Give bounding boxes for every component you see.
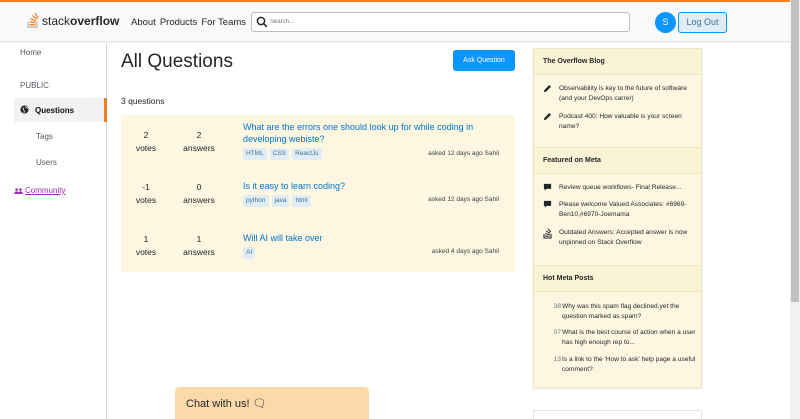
left-sidebar: Home PUBLIC Questions Tags Users Communi…: [0, 43, 107, 419]
sidebar-item-home[interactable]: Home: [20, 48, 41, 57]
avatar[interactable]: S: [655, 12, 676, 33]
people-icon: [14, 187, 23, 194]
meta-item[interactable]: Please welcome Valued Associates: #6969-…: [543, 200, 698, 220]
hot-meta-text: What is the best course of action when a…: [562, 329, 696, 346]
page-title: All Questions: [121, 51, 233, 72]
question-count: 3 questions: [121, 96, 165, 106]
question-title[interactable]: Will AI will take over: [243, 232, 498, 244]
community-label: Community: [25, 186, 66, 195]
blog-item-text: Podcast 400: How valuable is your screen…: [559, 113, 682, 130]
sidebar-item-community[interactable]: Community: [14, 186, 65, 195]
meta-item[interactable]: Outdated Answers: Accepted answer is now…: [543, 228, 698, 248]
top-nav: About Products For Teams: [131, 17, 246, 28]
hot-meta-item[interactable]: 13 Is a link to the 'How to ask' help pa…: [543, 355, 698, 375]
question-tags: AI: [243, 247, 256, 259]
nav-about[interactable]: About: [131, 17, 156, 28]
answer-number: 1: [196, 234, 202, 244]
tag-chip[interactable]: HTML: [243, 148, 267, 160]
nav-for-teams[interactable]: For Teams: [201, 17, 246, 28]
logout-button[interactable]: Log Out: [678, 12, 727, 33]
asked-info: asked 12 days ago Sahil: [428, 196, 499, 203]
search-box: [251, 12, 630, 32]
sidebar-section-public: PUBLIC: [20, 81, 49, 90]
nav-products[interactable]: Products: [160, 17, 198, 28]
question-title[interactable]: What are the errors one should look up f…: [243, 121, 498, 145]
question-row: -1 votes 0 answers Is it easy to learn c…: [121, 170, 515, 220]
hot-meta-count: 38: [553, 303, 561, 310]
vote-label: votes: [135, 143, 157, 153]
tag-chip[interactable]: AI: [243, 247, 256, 259]
globe-icon: [20, 105, 29, 114]
meta-heading: Featured on Meta: [534, 147, 701, 174]
blog-heading: The Overflow Blog: [534, 48, 701, 75]
answer-label: answers: [183, 247, 215, 257]
stack-exchange-icon: [543, 228, 552, 239]
pencil-icon: [543, 112, 552, 121]
blog-item[interactable]: Observability is key to the future of so…: [543, 84, 698, 104]
tag-chip[interactable]: ReactJs: [292, 148, 322, 160]
answer-label: answers: [183, 143, 215, 153]
meta-item[interactable]: Review queue workflows- Final Release...: [543, 183, 698, 195]
meta-item-text: Outdated Answers: Accepted answer is now…: [559, 229, 688, 246]
top-bar: stackoverflow About Products For Teams S…: [0, 0, 790, 42]
answer-label: answers: [183, 195, 215, 205]
hot-meta-heading: Hot Meta Posts: [534, 265, 701, 292]
sidebar-item-users[interactable]: Users: [36, 158, 57, 167]
chat-bubble-icon: [543, 200, 552, 208]
sidebar-item-tags[interactable]: Tags: [36, 132, 53, 141]
vote-count: -1 votes: [121, 181, 171, 207]
question-list: 2 votes 2 answers What are the errors on…: [121, 115, 515, 272]
hot-meta-item[interactable]: 07 What is the best course of action whe…: [543, 328, 698, 348]
answer-count: 2 answers: [174, 129, 224, 155]
search-input[interactable]: [270, 15, 620, 29]
stackoverflow-logo-icon: [27, 13, 39, 28]
scrollbar-thumb[interactable]: [791, 0, 799, 302]
vote-number: 2: [143, 130, 149, 140]
sidebar-item-questions[interactable]: Questions: [14, 98, 107, 122]
tag-chip[interactable]: python: [243, 195, 269, 207]
tag-chip[interactable]: CSS: [269, 148, 290, 160]
hot-meta-text: Is a link to the 'How to ask' help page …: [562, 356, 696, 373]
pencil-icon: [543, 84, 552, 93]
answer-count: 0 answers: [174, 181, 224, 207]
tag-chip[interactable]: html: [292, 195, 311, 207]
answer-number: 0: [196, 182, 202, 192]
vote-number: 1: [143, 234, 149, 244]
hot-meta-count: 13: [553, 356, 561, 363]
tag-chip[interactable]: java: [271, 195, 290, 207]
hot-meta-count: 07: [553, 329, 561, 336]
blog-item-text: Observability is key to the future of so…: [559, 85, 687, 102]
meta-item-text: Review queue workflows- Final Release...: [559, 184, 682, 191]
question-tags: HTML CSS ReactJs: [243, 148, 322, 160]
asked-info: asked 4 days ago Sahil: [431, 248, 499, 255]
sidebar-item-label: Questions: [35, 106, 75, 115]
vote-label: votes: [135, 195, 157, 205]
blog-item[interactable]: Podcast 400: How valuable is your screen…: [543, 112, 698, 132]
right-sidebar-widget: The Overflow Blog Observability is key t…: [533, 48, 702, 388]
ask-question-button[interactable]: Ask Question: [453, 50, 515, 71]
question-row: 1 votes 1 answers Will AI will take over…: [121, 223, 515, 272]
vote-number: -1: [142, 182, 150, 192]
vote-count: 2 votes: [121, 129, 171, 155]
asked-info: asked 12 days ago Sahil: [428, 150, 499, 157]
vote-count: 1 votes: [121, 233, 171, 259]
vote-label: votes: [135, 247, 157, 257]
stackoverflow-logo[interactable]: stackoverflow: [27, 13, 119, 28]
question-row: 2 votes 2 answers What are the errors on…: [121, 115, 515, 167]
answer-count: 1 answers: [174, 233, 224, 259]
hot-meta-item[interactable]: 38 Why was this spam flag declined,yet t…: [543, 302, 698, 322]
page-scrollbar[interactable]: [790, 0, 800, 419]
search-icon: [256, 16, 268, 28]
hot-meta-text: Why was this spam flag declined,yet the …: [562, 303, 680, 320]
right-sidebar-widget-2: [533, 410, 702, 419]
answer-number: 2: [196, 130, 202, 140]
meta-item-text: Please welcome Valued Associates: #6969-…: [559, 201, 687, 218]
logo-text: stackoverflow: [42, 13, 120, 28]
question-tags: python java html: [243, 195, 311, 207]
chat-bubble-icon: [543, 183, 552, 191]
question-title[interactable]: Is it easy to learn coding?: [243, 180, 498, 192]
chat-button[interactable]: Chat with us! 🗨: [175, 387, 369, 419]
